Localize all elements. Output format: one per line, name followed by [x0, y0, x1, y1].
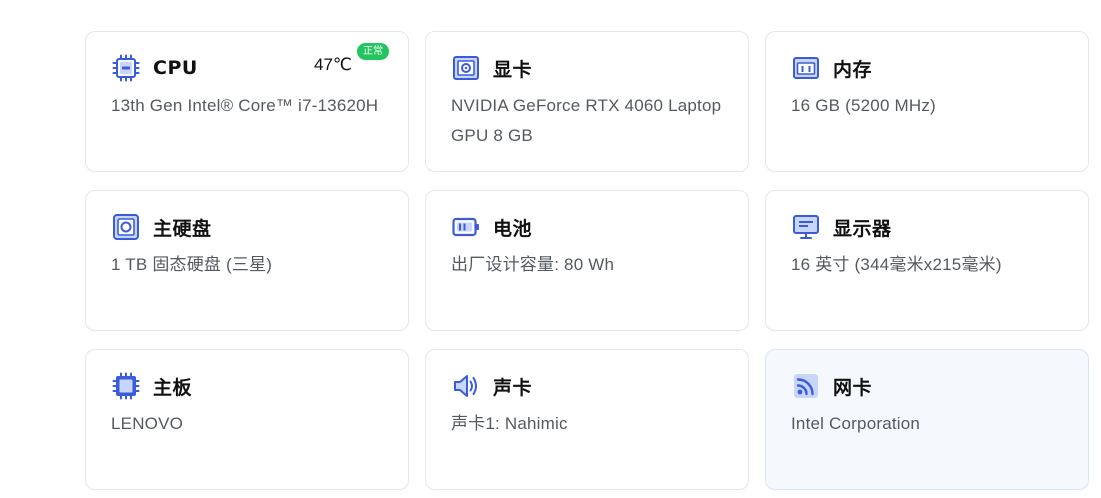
sound-card[interactable]: 声卡 声卡1: Nahimic	[425, 349, 749, 490]
cpu-card[interactable]: CPU 13th Gen Intel® Core™ i7-13620H 47℃ …	[85, 31, 409, 172]
card-header: 显示器	[791, 211, 1064, 243]
card-header: 主硬盘	[111, 211, 384, 243]
gpu-icon	[451, 53, 481, 83]
hardware-card-grid: CPU 13th Gen Intel® Core™ i7-13620H 47℃ …	[85, 31, 1089, 490]
monitor-card[interactable]: 显示器 16 英寸 (344毫米x215毫米)	[765, 190, 1089, 331]
battery-icon	[451, 212, 481, 242]
monitor-icon	[791, 212, 821, 242]
card-title: 声卡	[493, 376, 533, 399]
network-card[interactable]: 网卡 Intel Corporation	[765, 349, 1089, 490]
card-title: 显示器	[833, 217, 892, 240]
card-description: LENOVO	[111, 414, 184, 433]
speaker-icon	[451, 371, 481, 401]
gpu-card[interactable]: 显卡 NVIDIA GeForce RTX 4060 Laptop GPU 8 …	[425, 31, 749, 172]
card-title: 主硬盘	[153, 217, 212, 240]
card-title: 显卡	[493, 58, 533, 81]
card-title: 电池	[493, 217, 533, 240]
card-header: 网卡	[791, 370, 1064, 402]
card-title: 主板	[153, 376, 193, 399]
card-title: 网卡	[833, 376, 873, 399]
hard-disk-card[interactable]: 主硬盘 1 TB 固态硬盘 (三星)	[85, 190, 409, 331]
status-badge: 正常	[357, 43, 389, 60]
cpu-temperature: 47℃	[314, 55, 353, 74]
card-description: 16 GB (5200 MHz)	[791, 96, 936, 115]
memory-card[interactable]: 内存 16 GB (5200 MHz)	[765, 31, 1089, 172]
network-icon	[791, 371, 821, 401]
card-description: 13th Gen Intel® Core™ i7-13620H	[111, 96, 379, 115]
card-header: 显卡	[451, 52, 724, 84]
card-description: NVIDIA GeForce RTX 4060 Laptop GPU 8 GB	[451, 96, 722, 145]
card-header: 声卡	[451, 370, 724, 402]
card-description: 声卡1: Nahimic	[451, 414, 568, 433]
motherboard-icon	[111, 371, 141, 401]
card-header: 内存	[791, 52, 1064, 84]
card-description: 16 英寸 (344毫米x215毫米)	[791, 255, 1002, 274]
motherboard-card[interactable]: 主板 LENOVO	[85, 349, 409, 490]
card-description: 出厂设计容量: 80 Wh	[451, 255, 615, 274]
card-title: CPU	[153, 57, 198, 79]
card-header: 电池	[451, 211, 724, 243]
card-title: 内存	[833, 58, 873, 81]
battery-card[interactable]: 电池 出厂设计容量: 80 Wh	[425, 190, 749, 331]
card-description: Intel Corporation	[791, 414, 921, 433]
memory-icon	[791, 53, 821, 83]
card-description: 1 TB 固态硬盘 (三星)	[111, 255, 273, 274]
cpu-icon	[111, 53, 141, 83]
card-header: 主板	[111, 370, 384, 402]
hard-disk-icon	[111, 212, 141, 242]
